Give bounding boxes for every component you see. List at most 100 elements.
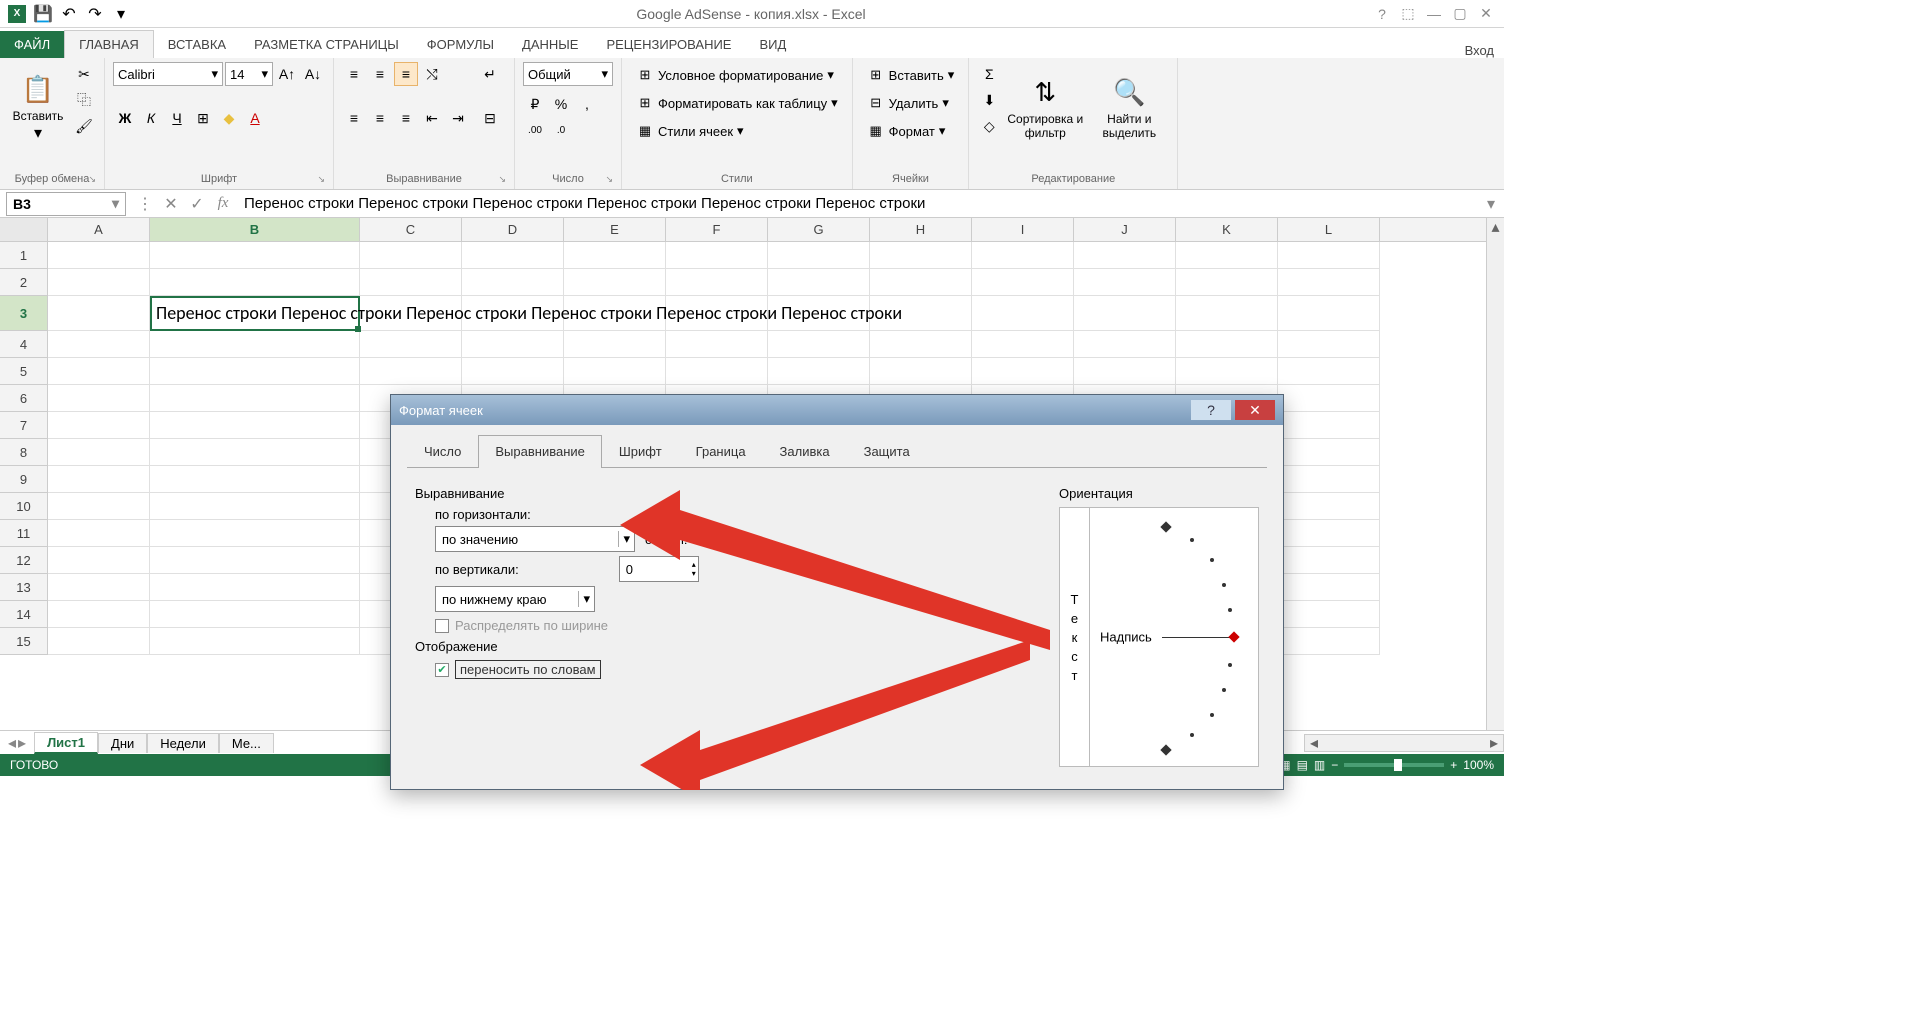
scroll-left-icon[interactable]: ◂ bbox=[1305, 735, 1323, 751]
indent-spinner[interactable]: 0▴▾ bbox=[619, 556, 699, 582]
cell[interactable] bbox=[972, 296, 1074, 331]
tab-home[interactable]: ГЛАВНАЯ bbox=[64, 30, 154, 58]
launcher-icon[interactable]: ↘ bbox=[498, 174, 506, 185]
tab-file[interactable]: ФАЙЛ bbox=[0, 31, 64, 58]
cell[interactable] bbox=[150, 628, 360, 655]
row-header[interactable]: 15 bbox=[0, 628, 48, 655]
cell[interactable] bbox=[1278, 520, 1380, 547]
cell[interactable] bbox=[150, 493, 360, 520]
dialog-tab-alignment[interactable]: Выравнивание bbox=[478, 435, 601, 468]
maximize-icon[interactable]: ▢ bbox=[1448, 4, 1472, 24]
tab-insert[interactable]: ВСТАВКА bbox=[154, 31, 240, 58]
sheet-tab[interactable]: Дни bbox=[98, 733, 147, 753]
cell[interactable] bbox=[150, 358, 360, 385]
cell[interactable] bbox=[564, 331, 666, 358]
cell[interactable] bbox=[462, 269, 564, 296]
clear-icon[interactable]: ◇ bbox=[977, 114, 1001, 138]
cell[interactable] bbox=[1176, 269, 1278, 296]
cell-styles-button[interactable]: ▦Стили ячеек ▾ bbox=[630, 118, 844, 144]
format-painter-icon[interactable]: 🖌 bbox=[72, 114, 96, 138]
col-header[interactable]: I bbox=[972, 218, 1074, 241]
cell[interactable] bbox=[1278, 574, 1380, 601]
insert-button[interactable]: ⊞Вставить ▾ bbox=[861, 62, 961, 88]
decrease-indent-icon[interactable]: ⇤ bbox=[420, 106, 444, 130]
col-header[interactable]: E bbox=[564, 218, 666, 241]
row-header[interactable]: 6 bbox=[0, 385, 48, 412]
cell[interactable] bbox=[1074, 242, 1176, 269]
excel-icon[interactable]: X bbox=[6, 3, 28, 25]
expand-bar-icon[interactable]: ▾ bbox=[1478, 192, 1504, 216]
view-page-break-icon[interactable]: ▥ bbox=[1314, 758, 1325, 772]
zoom-out-icon[interactable]: − bbox=[1331, 758, 1338, 772]
number-format-dropdown[interactable]: Общий▾ bbox=[523, 62, 613, 86]
cell[interactable] bbox=[150, 601, 360, 628]
login-link[interactable]: Вход bbox=[1465, 43, 1504, 58]
redo-icon[interactable]: ↷ bbox=[84, 3, 106, 25]
cell[interactable] bbox=[1278, 385, 1380, 412]
italic-button[interactable]: К bbox=[139, 106, 163, 130]
sheet-tab-active[interactable]: Лист1 bbox=[34, 732, 98, 754]
formula-input[interactable]: Перенос строки Перенос строки Перенос ст… bbox=[236, 195, 1478, 212]
col-header[interactable]: A bbox=[48, 218, 150, 241]
cell[interactable] bbox=[150, 385, 360, 412]
undo-icon[interactable]: ↶ bbox=[58, 3, 80, 25]
conditional-formatting-button[interactable]: ⊞Условное форматирование ▾ bbox=[630, 62, 844, 88]
row-header[interactable]: 12 bbox=[0, 547, 48, 574]
cell[interactable] bbox=[360, 331, 462, 358]
cell-b3[interactable]: Перенос строки Перенос строки Перенос ст… bbox=[150, 296, 360, 331]
cell[interactable] bbox=[1278, 439, 1380, 466]
dialog-tab-protection[interactable]: Защита bbox=[847, 435, 927, 467]
tab-view[interactable]: ВИД bbox=[745, 31, 800, 58]
dialog-tab-border[interactable]: Граница bbox=[679, 435, 763, 467]
cell[interactable] bbox=[1074, 331, 1176, 358]
sheet-tab[interactable]: Недели bbox=[147, 733, 219, 753]
orientation-icon[interactable]: ⤭ bbox=[420, 62, 444, 86]
scroll-right-icon[interactable]: ▸ bbox=[1485, 735, 1503, 751]
cell[interactable] bbox=[768, 269, 870, 296]
cancel-icon[interactable]: ✕ bbox=[158, 192, 184, 216]
row-header[interactable]: 8 bbox=[0, 439, 48, 466]
cell[interactable] bbox=[150, 466, 360, 493]
align-middle-icon[interactable]: ≡ bbox=[368, 62, 392, 86]
row-header[interactable]: 13 bbox=[0, 574, 48, 601]
comma-icon[interactable]: , bbox=[575, 92, 599, 116]
col-header[interactable]: F bbox=[666, 218, 768, 241]
cell[interactable] bbox=[1278, 331, 1380, 358]
align-right-icon[interactable]: ≡ bbox=[394, 106, 418, 130]
view-page-layout-icon[interactable]: ▤ bbox=[1297, 758, 1308, 772]
tab-data[interactable]: ДАННЫЕ bbox=[508, 31, 592, 58]
tab-review[interactable]: РЕЦЕНЗИРОВАНИЕ bbox=[592, 31, 745, 58]
select-all-corner[interactable] bbox=[0, 218, 48, 241]
launcher-icon[interactable]: ↘ bbox=[88, 174, 96, 185]
cell[interactable] bbox=[564, 242, 666, 269]
qat-customize-icon[interactable]: ▾ bbox=[110, 3, 132, 25]
cell[interactable] bbox=[768, 358, 870, 385]
cell[interactable] bbox=[150, 574, 360, 601]
paste-button[interactable]: 📋 Вставить ▾ bbox=[8, 62, 68, 154]
cell[interactable] bbox=[150, 331, 360, 358]
horizontal-scrollbar[interactable]: ◂▸ bbox=[1304, 734, 1504, 752]
cell[interactable] bbox=[1278, 493, 1380, 520]
sort-filter-button[interactable]: ⇅ Сортировка и фильтр bbox=[1005, 62, 1085, 154]
cell[interactable] bbox=[870, 242, 972, 269]
scroll-up-icon[interactable]: ▴ bbox=[1487, 218, 1504, 236]
cell[interactable] bbox=[48, 269, 150, 296]
currency-icon[interactable]: ₽ bbox=[523, 92, 547, 116]
font-size-dropdown[interactable]: 14▾ bbox=[225, 62, 273, 86]
dialog-close-icon[interactable]: ✕ bbox=[1235, 400, 1275, 420]
tab-page-layout[interactable]: РАЗМЕТКА СТРАНИЦЫ bbox=[240, 31, 413, 58]
increase-font-icon[interactable]: A↑ bbox=[275, 62, 299, 86]
row-header[interactable]: 2 bbox=[0, 269, 48, 296]
cell[interactable] bbox=[48, 242, 150, 269]
cell[interactable] bbox=[1278, 547, 1380, 574]
cell[interactable] bbox=[1176, 331, 1278, 358]
cell[interactable] bbox=[1074, 358, 1176, 385]
cell[interactable] bbox=[1074, 296, 1176, 331]
row-header[interactable]: 11 bbox=[0, 520, 48, 547]
vertical-scrollbar[interactable]: ▴ bbox=[1486, 218, 1504, 730]
dialog-help-icon[interactable]: ? bbox=[1191, 400, 1231, 420]
orientation-control[interactable]: Т е к с т Надпись bbox=[1059, 507, 1259, 767]
fill-color-icon[interactable]: ◆ bbox=[217, 106, 241, 130]
cell[interactable] bbox=[48, 601, 150, 628]
align-bottom-icon[interactable]: ≡ bbox=[394, 62, 418, 86]
